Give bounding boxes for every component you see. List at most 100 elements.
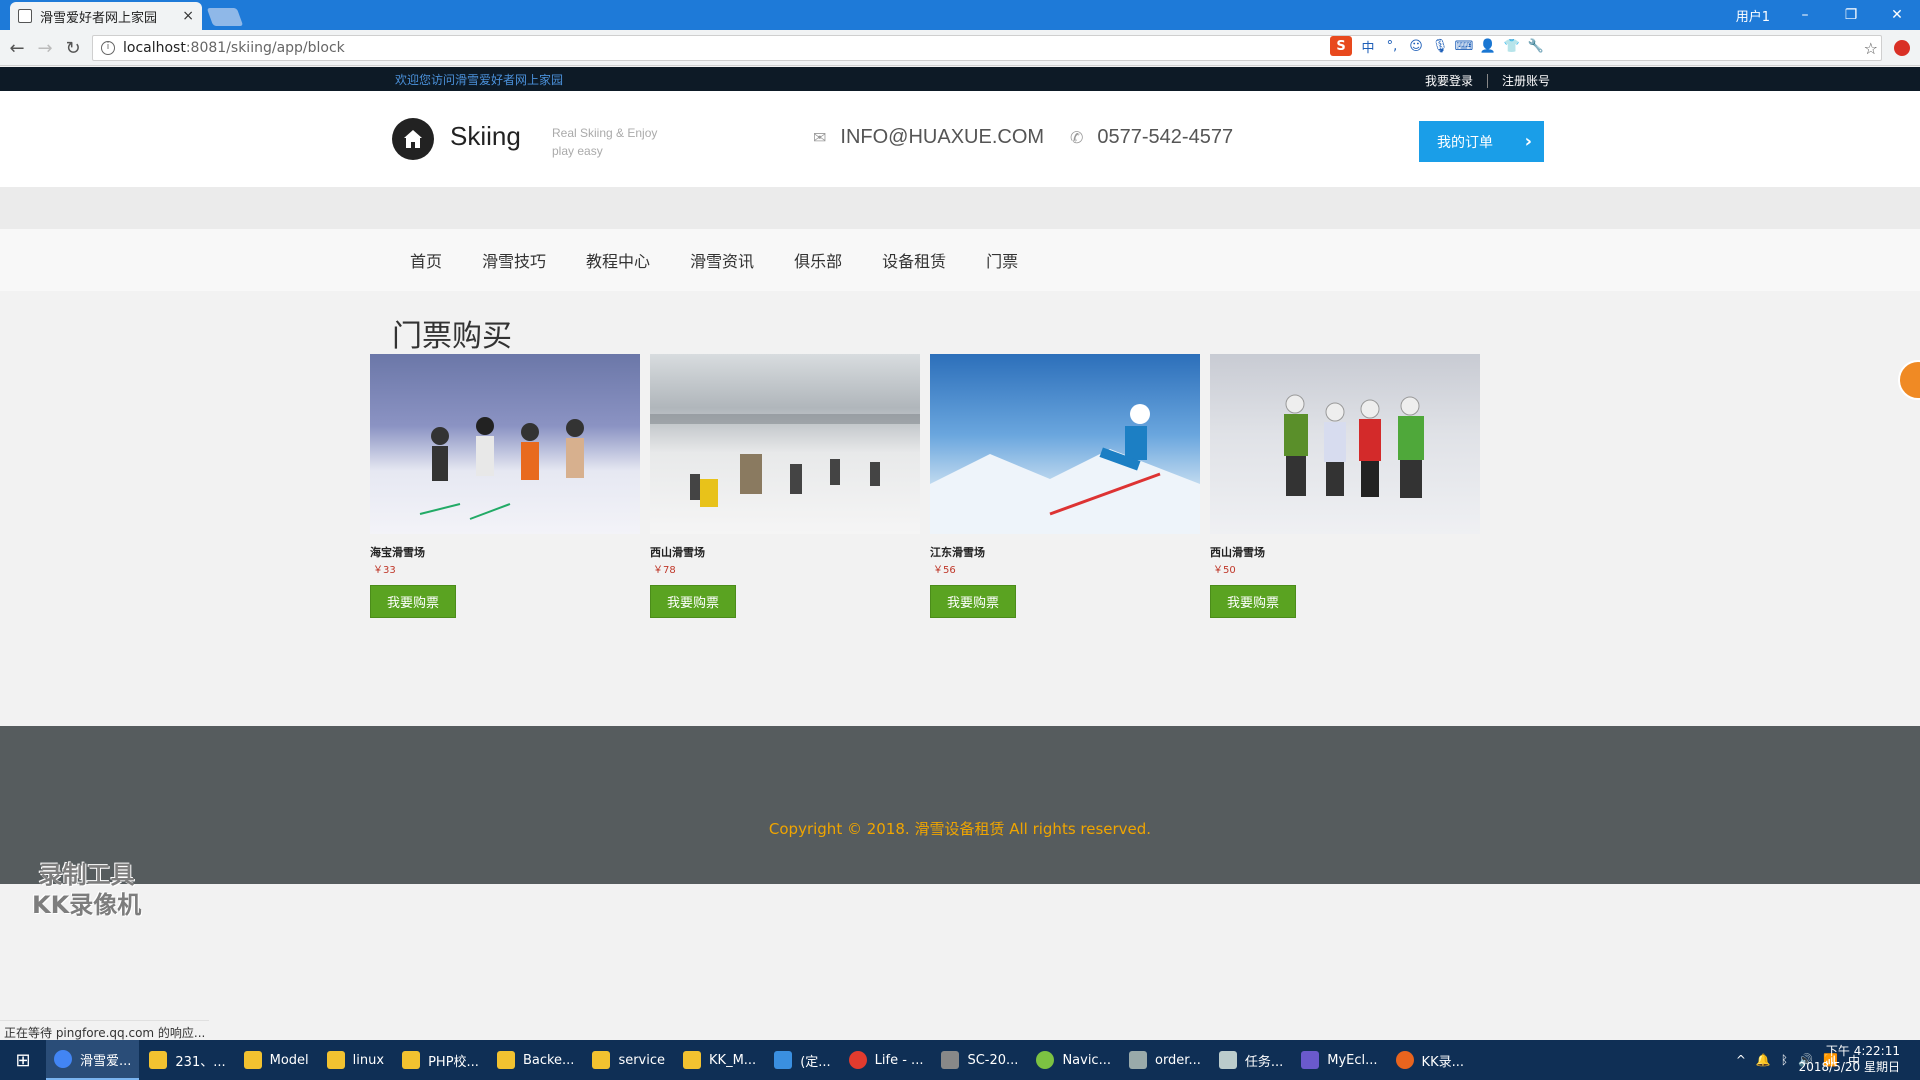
taskbar-label: (定... xyxy=(800,1054,831,1070)
address-bar[interactable]: i localhost:8081/skiing/app/block xyxy=(92,35,1882,61)
taskbar-item[interactable]: linux xyxy=(319,1040,392,1080)
nav-item-rental[interactable]: 设备租赁 xyxy=(882,248,946,272)
ticket-card: 海宝滑雪场 ￥33 我要购票 xyxy=(370,354,640,618)
taskbar-label: Navic... xyxy=(1062,1052,1111,1068)
nav-item-club[interactable]: 俱乐部 xyxy=(794,248,842,272)
back-arrow-icon[interactable]: ← xyxy=(6,37,28,59)
taskbar-item[interactable]: KK_M... xyxy=(675,1040,764,1080)
folder-icon xyxy=(243,1051,262,1069)
taskbar-item[interactable]: SC-20... xyxy=(933,1040,1026,1080)
taskbar-label: order... xyxy=(1154,1052,1201,1068)
windows-start-icon[interactable]: ⊞ xyxy=(0,1040,46,1080)
nav-item-tickets[interactable]: 门票 xyxy=(986,248,1018,272)
taskbar-item[interactable]: MyEcl... xyxy=(1293,1040,1385,1080)
minimize-button[interactable]: – xyxy=(1782,0,1828,30)
login-link[interactable]: 我要登录 xyxy=(1425,72,1473,89)
nav-item-news[interactable]: 滑雪资讯 xyxy=(690,248,754,272)
ime-user-icon[interactable]: 👤 xyxy=(1480,38,1496,54)
folder-icon xyxy=(592,1051,611,1069)
taskbar-item[interactable]: (定... xyxy=(766,1040,838,1080)
sogou-ime-icon[interactable]: S xyxy=(1330,36,1352,56)
buy-ticket-button[interactable]: 我要购票 xyxy=(930,585,1016,618)
tagline-line-1: Real Skiing & Enjoy xyxy=(552,126,658,140)
ticket-price: ￥33 xyxy=(373,565,396,576)
header-band xyxy=(0,187,1920,229)
buy-ticket-button[interactable]: 我要购票 xyxy=(1210,585,1296,618)
taskbar-label: 任务... xyxy=(1244,1054,1284,1070)
contact-email: ✉ INFO@HUAXUE.COM xyxy=(813,126,1044,149)
ski-resort-photo[interactable] xyxy=(650,354,920,534)
taskbar-item[interactable]: PHP校... xyxy=(394,1040,487,1080)
ime-keyboard-icon[interactable]: ⌨ xyxy=(1455,38,1474,54)
register-link[interactable]: 注册账号 xyxy=(1502,72,1550,89)
ski-resort-photo[interactable] xyxy=(930,354,1200,534)
nav-item-skiing-tips[interactable]: 滑雪技巧 xyxy=(482,248,546,272)
site-logo-text[interactable]: Skiing xyxy=(450,121,521,152)
taskbar-item[interactable]: 滑雪爱... xyxy=(46,1040,140,1080)
ime-voice-icon[interactable]: 🎙 xyxy=(1432,38,1449,54)
ime-chinese-icon[interactable]: 中 xyxy=(1360,38,1376,56)
close-window-button[interactable]: ✕ xyxy=(1874,0,1920,30)
site-info-icon[interactable]: i xyxy=(101,41,115,55)
extension-red-icon[interactable] xyxy=(1894,40,1910,56)
taskbar-item[interactable]: KK录... xyxy=(1388,1040,1472,1080)
system-clock[interactable]: 下午 4:22:11 2018/5/20 星期日 xyxy=(1799,1043,1900,1075)
bookmark-star-icon[interactable]: ☆ xyxy=(1864,39,1878,58)
bluetooth-icon[interactable]: ᛒ xyxy=(1781,1053,1788,1067)
new-tab-button[interactable] xyxy=(206,8,244,26)
forward-arrow-icon[interactable]: → xyxy=(34,37,56,59)
restore-button[interactable]: ❐ xyxy=(1828,0,1874,30)
home-logo-icon[interactable] xyxy=(392,118,434,160)
reload-icon[interactable]: ↻ xyxy=(62,37,84,59)
taskbar-item[interactable]: Navic... xyxy=(1028,1040,1119,1080)
contact-phone: ✆ 0577-542-4577 xyxy=(1070,126,1233,149)
taskbar-label: 231、... xyxy=(175,1054,226,1070)
ime-emoji-icon[interactable]: ☺ xyxy=(1408,38,1424,54)
watermark-line-2: KK录像机 xyxy=(32,891,142,919)
taskbar-item[interactable]: Model xyxy=(236,1040,317,1080)
ticket-card: 西山滑雪场 ￥78 我要购票 xyxy=(650,354,920,618)
kk-recorder-icon xyxy=(1395,1051,1414,1069)
browser-toolbar: ← → ↻ i localhost:8081/skiing/app/block … xyxy=(0,30,1920,66)
taskbar-item[interactable]: order... xyxy=(1121,1040,1209,1080)
profile-name[interactable]: 用户1 xyxy=(1736,6,1770,25)
tool-icon xyxy=(941,1051,960,1069)
taskbar-label: KK录... xyxy=(1421,1054,1464,1070)
navicat-icon xyxy=(1036,1051,1055,1069)
url-path: :8081/skiing/app/block xyxy=(185,40,345,56)
nav-item-home[interactable]: 首页 xyxy=(410,248,442,272)
email-text: INFO@HUAXUE.COM xyxy=(840,126,1045,148)
ski-resort-photo[interactable] xyxy=(1210,354,1480,534)
taskbar-label: service xyxy=(618,1052,666,1068)
browser-titlebar: 滑雪爱好者网上家园 × 用户1 – ❐ ✕ xyxy=(0,0,1920,30)
site-footer: Copyright © 2018. 滑雪设备租赁 All rights rese… xyxy=(0,726,1920,884)
ime-tools-icon[interactable]: 🔧 xyxy=(1528,38,1544,54)
ski-resort-photo[interactable] xyxy=(370,354,640,534)
taskbar-item[interactable]: service xyxy=(584,1040,673,1080)
browser-tab[interactable]: 滑雪爱好者网上家园 × xyxy=(10,2,202,30)
tray-up-arrow-icon[interactable]: ^ xyxy=(1736,1053,1746,1067)
notification-icon[interactable]: 🔔 xyxy=(1756,1053,1771,1067)
taskbar-item[interactable]: Backe... xyxy=(489,1040,583,1080)
taskbar-label: 滑雪爱... xyxy=(80,1053,132,1069)
recorder-watermark: 录制工具 KK录像机 xyxy=(32,860,141,920)
tab-close-icon[interactable]: × xyxy=(182,8,194,24)
nav-item-tutorials[interactable]: 教程中心 xyxy=(586,248,650,272)
ime-skin-icon[interactable]: 👕 xyxy=(1504,38,1520,54)
resort-name: 江东滑雪场 xyxy=(930,546,985,559)
top-info-bar: 欢迎您访问滑雪爱好者网上家园 我要登录 注册账号 xyxy=(0,67,1920,91)
taskbar-item[interactable]: 任务... xyxy=(1211,1040,1291,1080)
buy-ticket-button[interactable]: 我要购票 xyxy=(370,585,456,618)
welcome-text: 欢迎您访问滑雪爱好者网上家园 xyxy=(395,73,564,87)
taskbar-item[interactable]: Life - ... xyxy=(841,1040,932,1080)
taskbar-item[interactable]: 231、... xyxy=(141,1040,233,1080)
section-title: 门票购买 xyxy=(392,319,512,354)
ime-punct-icon[interactable]: °, xyxy=(1384,38,1400,54)
buy-ticket-button[interactable]: 我要购票 xyxy=(650,585,736,618)
main-nav: 首页 滑雪技巧 教程中心 滑雪资讯 俱乐部 设备租赁 门票 xyxy=(0,229,1920,291)
my-orders-button[interactable]: 我的订单 › xyxy=(1419,121,1544,162)
taskbar-label: MyEcl... xyxy=(1327,1052,1378,1068)
ticket-price: ￥50 xyxy=(1213,565,1236,576)
chrome-icon xyxy=(54,1050,72,1068)
link-divider xyxy=(1486,73,1488,88)
